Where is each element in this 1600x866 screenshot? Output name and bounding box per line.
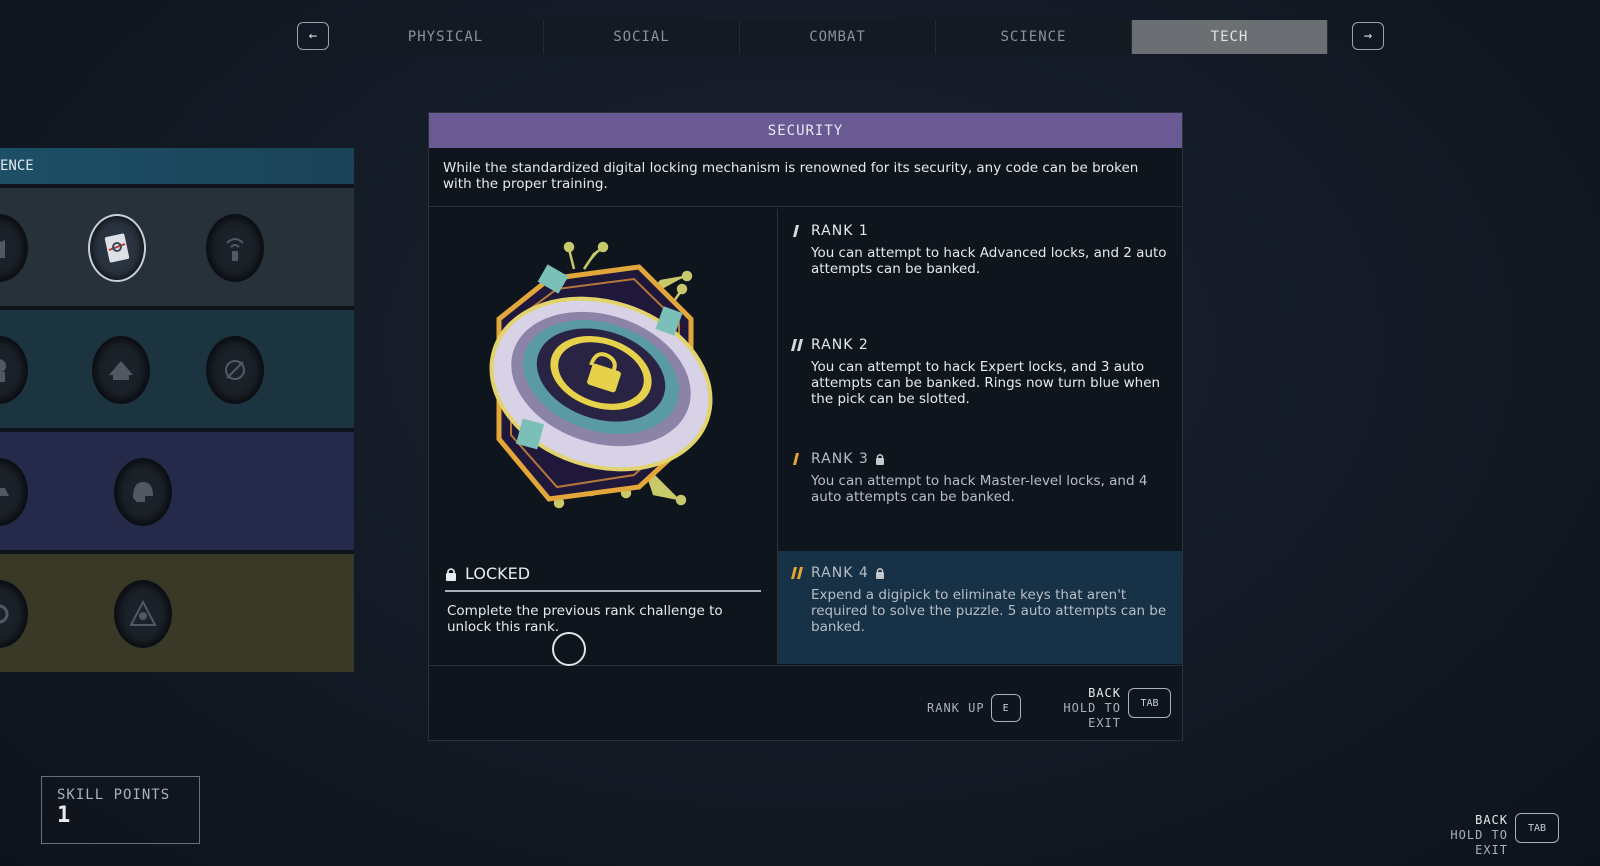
rank-4-marker-icon — [791, 567, 803, 579]
corner-back-hint: BACK HOLD TO EXIT — [1410, 813, 1508, 858]
signal-icon — [226, 238, 244, 261]
tab-tech[interactable]: TECH — [1132, 20, 1328, 54]
rank-header: RANK 1 — [811, 223, 869, 239]
skill-points-box: SKILL POINTS 1 — [41, 776, 200, 844]
skill-tree-header-label: ENCE — [0, 158, 34, 174]
tab-science[interactable]: SCIENCE — [936, 20, 1132, 54]
rank-description: You can attempt to hack Expert locks, an… — [811, 359, 1161, 407]
skill-node[interactable] — [0, 214, 28, 282]
corner-hold-label: HOLD TO EXIT — [1450, 828, 1508, 857]
skill-node[interactable] — [0, 336, 28, 404]
skill-node[interactable] — [0, 580, 28, 648]
panel-footer: RANK UP E BACK HOLD TO EXIT TAB — [429, 665, 1182, 741]
skill-tree: ENCE — [0, 148, 354, 672]
rank-description: Expend a digipick to eliminate keys that… — [811, 587, 1167, 635]
skill-node[interactable] — [114, 580, 172, 648]
rank-description: You can attempt to hack Master-level loc… — [811, 473, 1148, 505]
security-lock-icon — [489, 241, 713, 509]
back-hint: BACK HOLD TO EXIT — [1029, 686, 1121, 731]
tier-row-4 — [0, 550, 354, 672]
skill-node[interactable] — [206, 336, 264, 404]
document-icon — [104, 233, 130, 263]
rank-label: RANK 2 — [811, 337, 869, 353]
rank-description: You can attempt to hack Advanced locks, … — [811, 245, 1167, 277]
lock-icon — [875, 454, 884, 465]
skill-node[interactable] — [0, 458, 28, 526]
rank-label: RANK 3 — [811, 451, 869, 467]
rank-header: RANK 4 — [811, 565, 885, 581]
rank-item-2[interactable]: RANK 2 You can attempt to hack Expert lo… — [778, 323, 1182, 437]
rank-list: RANK 1 You can attempt to hack Advanced … — [778, 209, 1182, 664]
skill-title: SECURITY — [429, 113, 1182, 148]
tab-social[interactable]: SOCIAL — [544, 20, 740, 54]
hold-to-exit-label: HOLD TO EXIT — [1063, 701, 1121, 730]
rank-header: RANK 3 — [811, 451, 885, 467]
glove-icon — [0, 240, 5, 258]
rank-item-1[interactable]: RANK 1 You can attempt to hack Advanced … — [778, 209, 1182, 323]
rank-label: RANK 4 — [811, 565, 869, 581]
corner-back-label: BACK — [1475, 813, 1508, 827]
skill-image-column: LOCKED Complete the previous rank challe… — [429, 209, 778, 664]
tier-row-3 — [0, 428, 354, 550]
rank-up-key: E — [990, 694, 1021, 722]
corner-back-key-button[interactable]: TAB — [1515, 813, 1559, 843]
back-label: BACK — [1088, 686, 1121, 700]
rank-up-label: RANK UP — [927, 701, 985, 715]
skill-node[interactable] — [114, 458, 172, 526]
skill-points-label: SKILL POINTS — [57, 787, 171, 803]
tab-combat[interactable]: COMBAT — [740, 20, 936, 54]
gear-icon — [0, 604, 9, 624]
back-key-button[interactable]: TAB — [1128, 688, 1171, 718]
rank-header: RANK 2 — [811, 337, 869, 353]
divider — [445, 590, 761, 592]
vehicle-icon — [0, 488, 9, 496]
cursor-ring — [552, 632, 586, 666]
skill-node[interactable] — [206, 214, 264, 282]
skill-tree-header: ENCE — [0, 148, 354, 184]
rank-2-marker-icon — [791, 339, 803, 351]
arrow-right-icon: → — [1363, 28, 1373, 44]
targeting-icon — [225, 360, 245, 380]
skill-node[interactable] — [92, 336, 150, 404]
rank-1-marker-icon — [793, 225, 799, 237]
tab-physical[interactable]: PHYSICAL — [348, 20, 544, 54]
rank-label: RANK 1 — [811, 223, 869, 239]
tier-row-1 — [0, 184, 354, 306]
rank-item-4[interactable]: RANK 4 Expend a digipick to eliminate ke… — [778, 551, 1182, 664]
rank-up-button[interactable]: RANK UP E — [927, 694, 1021, 722]
skill-description: While the standardized digital locking m… — [429, 148, 1182, 207]
tier-row-2 — [0, 306, 354, 428]
skill-points-value: 1 — [57, 803, 71, 828]
rank-item-3[interactable]: RANK 3 You can attempt to hack Master-le… — [778, 437, 1182, 551]
locked-status: LOCKED — [445, 564, 530, 583]
skill-node-selected[interactable] — [88, 214, 146, 282]
lock-icon — [875, 568, 884, 579]
astronaut-icon — [0, 359, 6, 382]
rank-3-marker-icon — [793, 453, 799, 465]
category-tabs: PHYSICAL SOCIAL COMBAT SCIENCE TECH — [348, 20, 1328, 54]
locked-status-label: LOCKED — [465, 564, 531, 583]
prev-category-button[interactable]: ← — [297, 22, 329, 50]
lock-icon — [446, 567, 456, 581]
skill-detail-panel: SECURITY While the standardized digital … — [428, 112, 1183, 741]
arrow-left-icon: ← — [308, 28, 318, 44]
helmet-icon — [133, 482, 153, 502]
locked-status-description: Complete the previous rank challenge to … — [447, 603, 723, 635]
robotics-icon — [129, 599, 157, 626]
ship-icon — [109, 361, 133, 380]
next-category-button[interactable]: → — [1352, 22, 1384, 50]
